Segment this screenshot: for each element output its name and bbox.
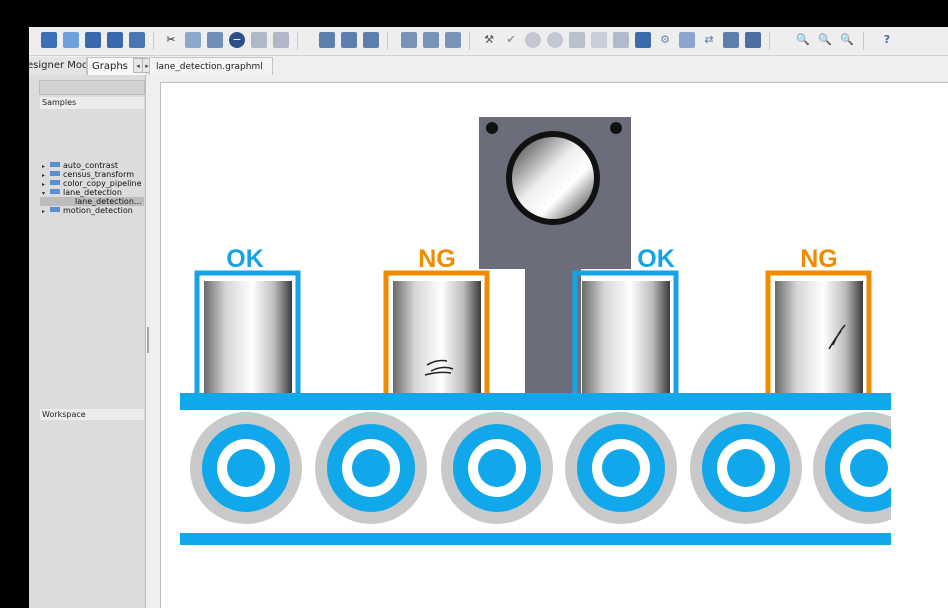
chart-icon[interactable] (679, 32, 695, 48)
expand-arrow-icon[interactable]: ▸ (42, 207, 50, 216)
layout-2-icon[interactable] (341, 32, 357, 48)
camera-lens (512, 137, 594, 219)
step-icon[interactable] (569, 32, 585, 48)
folder-icon (50, 171, 60, 176)
cylinder-3 (582, 281, 670, 396)
left-tab-bar: esigner Mode Graphs ◂ ▸ (29, 57, 152, 75)
search-input[interactable] (39, 80, 145, 95)
property-icon[interactable] (613, 32, 629, 48)
paste-icon[interactable] (207, 32, 223, 48)
folder-icon (50, 162, 60, 167)
cylinder-1 (204, 281, 292, 396)
toolbar-separator (297, 32, 298, 50)
workspace-header: Workspace (40, 409, 144, 420)
new-graph-icon[interactable] (41, 32, 57, 48)
help-icon[interactable]: ? (879, 32, 895, 48)
layout-3-icon[interactable] (363, 32, 379, 48)
tree-item-label: color_copy_pipeline (63, 179, 142, 188)
check-icon[interactable]: ✔ (503, 32, 519, 48)
align-left-icon[interactable] (423, 32, 439, 48)
tree-item-label: census_transform (63, 170, 135, 179)
label-ng-2: NG (800, 245, 838, 273)
conveyor-rollers (190, 412, 925, 524)
graphs-panel: Samples ▸ auto_contrast ▸ census_transform… (29, 75, 146, 608)
conveyor-top-belt (180, 393, 891, 410)
roller (315, 412, 427, 524)
tree-item-label: lane_detection... (75, 197, 142, 206)
tab-designer-mode[interactable]: esigner Mode (29, 57, 87, 75)
tree-item-motion-detection[interactable]: ▸ motion_detection (42, 206, 133, 215)
export-icon[interactable] (745, 32, 761, 48)
window-icon[interactable] (723, 32, 739, 48)
open-icon[interactable] (63, 32, 79, 48)
camera-screw (486, 122, 498, 134)
toolbar: ✂ − ⚒ ✔ ⚙ ⇄ 🔍 🔍 🔍 ? (29, 27, 948, 56)
toolbar-separator (863, 32, 864, 50)
inspection-diagram: OK NG OK NG (180, 117, 948, 545)
play-icon[interactable] (525, 32, 541, 48)
delete-icon[interactable]: − (229, 32, 245, 48)
toolbar-separator (769, 32, 770, 50)
roller (690, 412, 802, 524)
save-all-icon[interactable] (129, 32, 145, 48)
tree-item-auto-contrast[interactable]: ▸ auto_contrast (42, 161, 118, 170)
layout-1-icon[interactable] (319, 32, 335, 48)
camera-screw (610, 122, 622, 134)
roller (565, 412, 677, 524)
folder-icon (50, 207, 60, 212)
group-icon[interactable] (401, 32, 417, 48)
tree-item-census-transform[interactable]: ▸ census_transform (42, 170, 134, 179)
tree-item-label: lane_detection (63, 188, 122, 197)
graph-icon[interactable] (635, 32, 651, 48)
toolbar-separator (469, 32, 470, 50)
align-top-icon[interactable] (445, 32, 461, 48)
folder-open-icon (50, 189, 60, 194)
stop-icon[interactable] (547, 32, 563, 48)
tree-item-label: motion_detection (63, 206, 133, 215)
samples-header: Samples (40, 97, 144, 109)
tree-item-lane-detection[interactable]: ▾ lane_detection (42, 188, 122, 197)
toolbar-separator (153, 32, 154, 50)
roller (190, 412, 302, 524)
tab-lane-detection-graphml[interactable]: lane_detection.graphml (149, 57, 273, 75)
graph-canvas[interactable]: OK NG OK NG (160, 82, 948, 608)
zoom-fit-icon[interactable]: 🔍 (839, 32, 855, 48)
roller (441, 412, 553, 524)
save-as-icon[interactable] (107, 32, 123, 48)
cylinder-2 (393, 281, 481, 396)
conveyor-bottom-belt (180, 533, 891, 545)
collapse-arrow-icon[interactable]: ▾ (42, 189, 50, 198)
tree-item-color-copy-pipeline[interactable]: ▸ color_copy_pipeline (42, 179, 142, 188)
label-ok-1: OK (226, 245, 264, 273)
app-window: ✂ − ⚒ ✔ ⚙ ⇄ 🔍 🔍 🔍 ? esigner Mo Graphs ◂ … (29, 27, 948, 608)
copy-icon[interactable] (185, 32, 201, 48)
canvas-edge-mask (891, 403, 948, 543)
build-icon[interactable]: ⚒ (481, 32, 497, 48)
cylinder-4 (775, 281, 863, 396)
panel-splitter[interactable] (147, 327, 149, 353)
cut-icon[interactable]: ✂ (163, 32, 179, 48)
refresh-icon[interactable]: ⇄ (701, 32, 717, 48)
toolbar-separator (387, 32, 388, 50)
expand-icon[interactable] (251, 32, 267, 48)
tree-item-lane-detection-graph[interactable]: lane_detection... (75, 197, 142, 206)
save-icon[interactable] (85, 32, 101, 48)
zoom-out-icon[interactable]: 🔍 (817, 32, 833, 48)
zoom-in-icon[interactable]: 🔍 (795, 32, 811, 48)
tree-item-label: auto_contrast (63, 161, 118, 170)
label-ok-2: OK (637, 245, 675, 273)
label-ng-1: NG (418, 245, 456, 273)
folder-icon (50, 180, 60, 185)
module-icon[interactable] (591, 32, 607, 48)
gear-icon[interactable]: ⚙ (657, 32, 673, 48)
collapse-icon[interactable] (273, 32, 289, 48)
